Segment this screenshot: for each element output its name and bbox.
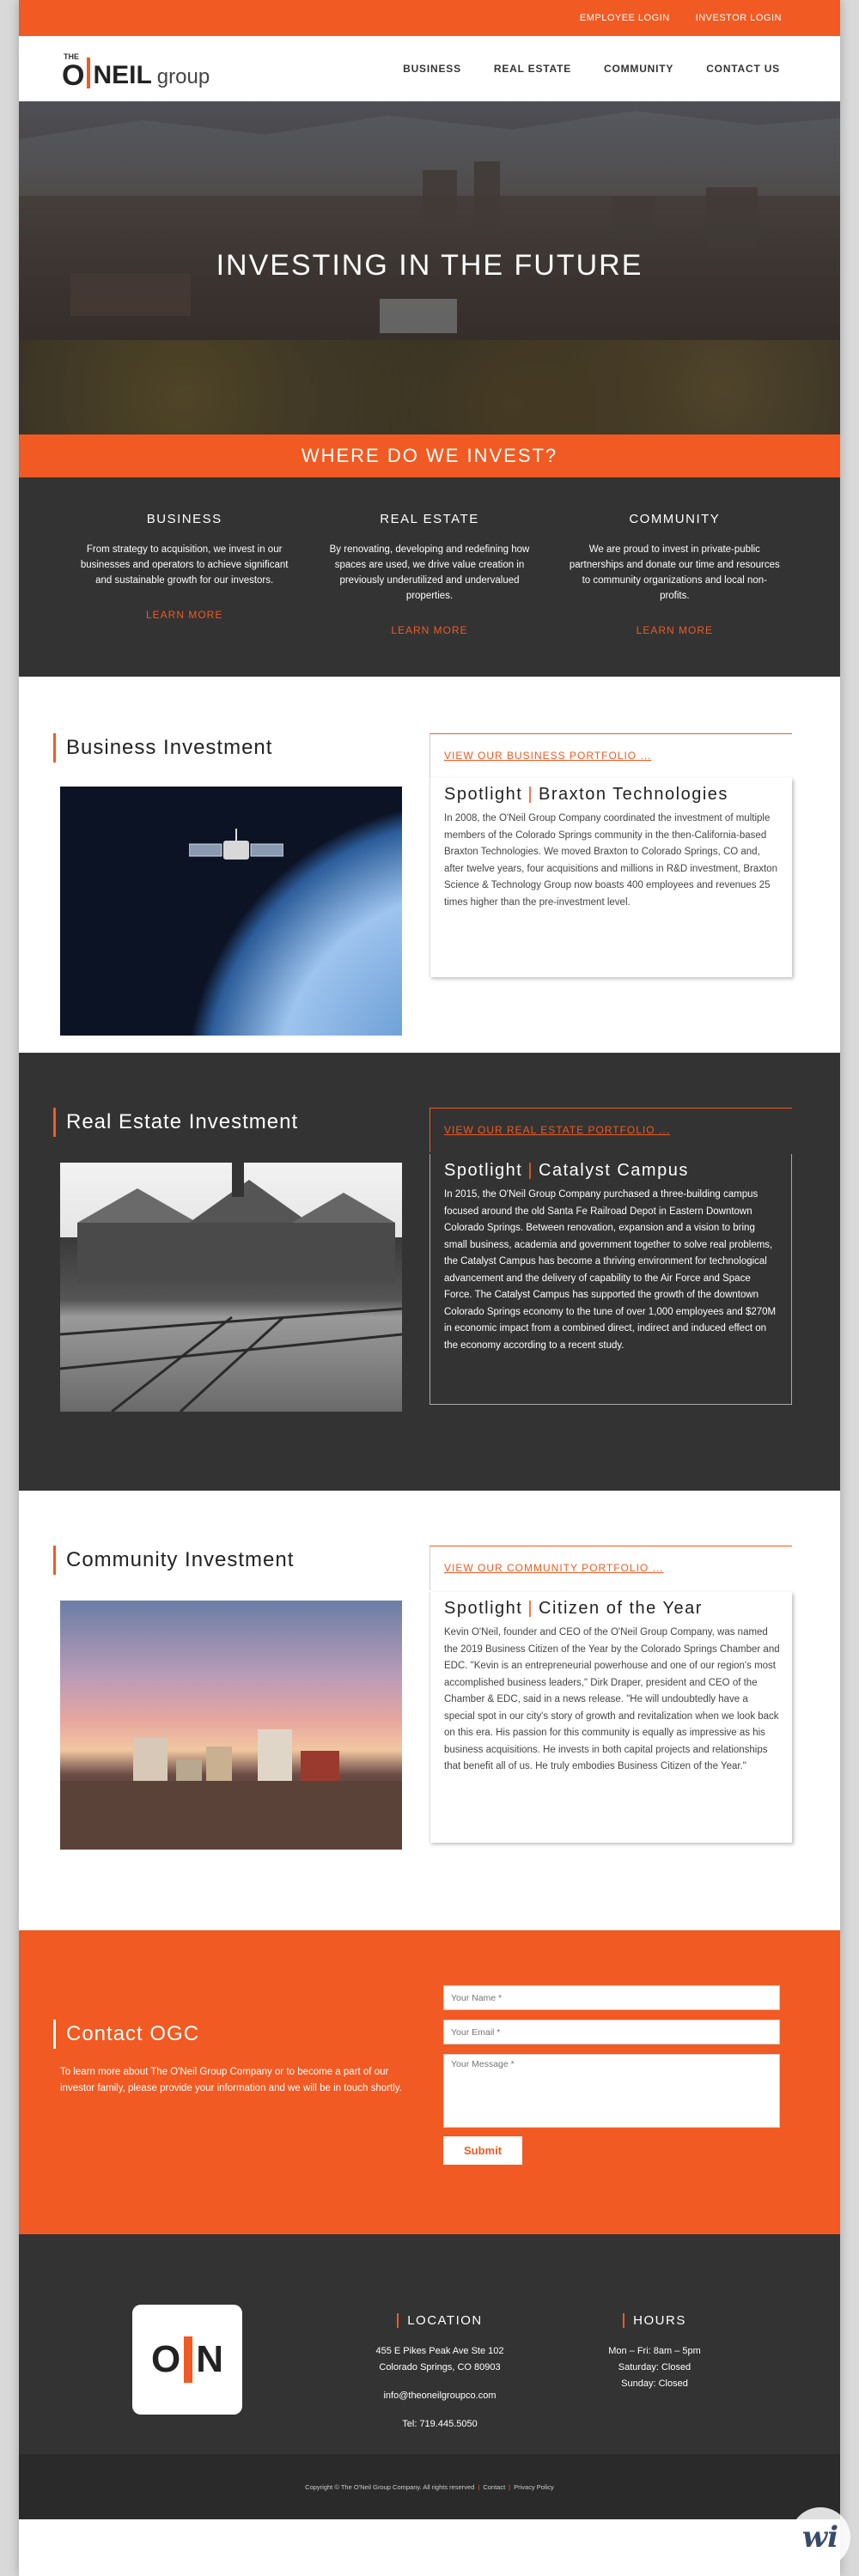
logo-group-text: group (156, 65, 210, 88)
real-estate-investment-section: Real Estate Investment VIEW OUR REAL EST… (19, 1053, 840, 1491)
hours-line-3: Sunday: Closed (621, 2379, 688, 2389)
spotlight-name: Citizen of the Year (539, 1599, 703, 1618)
real-estate-column: REAL ESTATE By renovating, developing an… (307, 512, 551, 677)
spotlight-label: Spotlight (444, 1161, 523, 1180)
learn-more-real-estate-link[interactable]: LEARN MORE (391, 624, 467, 636)
main-nav: BUSINESS REAL ESTATE COMMUNITY CONTACT U… (403, 63, 780, 75)
learn-more-business-link[interactable]: LEARN MORE (146, 609, 222, 621)
contact-intro: To learn more about The O'Neil Group Com… (60, 2067, 402, 2093)
footer-phone: Tel: 719.445.5050 (402, 2419, 478, 2429)
copyright-text: Copyright © The O'Neil Group Company. Al… (305, 2482, 475, 2491)
section-title: Community Investment (53, 1546, 294, 1575)
footer-logo[interactable]: O N (132, 2305, 242, 2415)
contact-section: Contact OGC To learn more about The O'Ne… (19, 1930, 840, 2234)
invest-columns: BUSINESS From strategy to acquisition, w… (19, 477, 840, 677)
message-field[interactable] (443, 2054, 780, 2128)
business-portfolio-link[interactable]: VIEW OUR BUSINESS PORTFOLIO ... (430, 733, 792, 778)
location-title: LOCATION (397, 2313, 483, 2328)
logo-neil-text: NEIL (93, 61, 152, 89)
city-skyline-image (60, 1601, 402, 1850)
spotlight-text: Kevin O'Neil, founder and CEO of the O'N… (444, 1627, 780, 1771)
hours-column: HOURS Mon – Fri: 8am – 5pm Saturday: Clo… (594, 2313, 715, 2392)
site-header: THE O NEIL group BUSINESS REAL ESTATE CO… (19, 36, 840, 101)
hours-line-1: Mon – Fri: 8am – 5pm (608, 2346, 701, 2356)
footer-contact-link[interactable]: Contact (483, 2483, 505, 2491)
nav-item-business[interactable]: BUSINESS (403, 63, 461, 75)
hours-title: HOURS (623, 2313, 686, 2328)
invest-band: WHERE DO WE INVEST? (19, 434, 840, 477)
community-column: COMMUNITY We are proud to invest in priv… (552, 512, 797, 677)
train-depot-image (60, 1163, 402, 1412)
spotlight-name: Catalyst Campus (539, 1161, 689, 1180)
invest-band-title: WHERE DO WE INVEST? (301, 445, 558, 466)
hours-line-2: Saturday: Closed (618, 2362, 691, 2372)
spotlight-separator: | (527, 1599, 534, 1618)
footer-logo-o: O (150, 2338, 181, 2380)
spotlight-text: In 2008, the O'Neil Group Company coordi… (444, 813, 777, 908)
satellite-icon (189, 829, 283, 860)
wi-badge-icon[interactable]: wi (790, 2507, 850, 2567)
logo-the-text: THE (64, 52, 79, 61)
skyline-illustration (60, 1729, 402, 1850)
spotlight-separator: | (527, 785, 534, 804)
copyright-bar: Copyright © The O'Neil Group Company. Al… (19, 2454, 840, 2519)
business-spotlight-card: Spotlight | Braxton Technologies In 2008, … (430, 778, 792, 977)
address-line-1: 455 E Pikes Peak Ave Ste 102 (375, 2346, 504, 2356)
spotlight-heading: Spotlight | Braxton Technologies (444, 783, 780, 805)
real-estate-portfolio-link[interactable]: VIEW OUR REAL ESTATE PORTFOLIO ... (430, 1108, 792, 1152)
footer-email-link[interactable]: info@theoneilgroupco.com (354, 2388, 526, 2404)
spotlight-label: Spotlight (444, 1599, 523, 1618)
business-column: BUSINESS From strategy to acquisition, w… (62, 512, 307, 677)
column-title: COMMUNITY (629, 512, 721, 526)
column-title: REAL ESTATE (380, 512, 479, 526)
spotlight-label: Spotlight (444, 785, 523, 804)
learn-more-community-link[interactable]: LEARN MORE (637, 624, 713, 636)
real-estate-photo (60, 1163, 402, 1412)
column-text: By renovating, developing and redefining… (329, 544, 530, 601)
nav-item-real-estate[interactable]: REAL ESTATE (494, 63, 571, 75)
employee-login-link[interactable]: EMPLOYEE LOGIN (580, 13, 670, 23)
spotlight-name: Braxton Technologies (539, 785, 728, 804)
site-footer: O N LOCATION 455 E Pikes Peak Ave Ste 10… (19, 2234, 840, 2519)
hero-title: INVESTING IN THE FUTURE (216, 249, 643, 282)
train-depot-illustration (60, 1163, 402, 1412)
location-column: LOCATION 455 E Pikes Peak Ave Ste 102 Co… (354, 2313, 526, 2433)
satellite-image (60, 787, 402, 1036)
site-logo[interactable]: THE O NEIL group (62, 47, 210, 90)
nav-item-contact-us[interactable]: CONTACT US (706, 63, 780, 75)
hero-banner: INVESTING IN THE FUTURE (19, 101, 840, 434)
name-field[interactable] (443, 1985, 780, 2010)
page-frame: EMPLOYEE LOGIN INVESTOR LOGIN THE O NEIL… (19, 0, 840, 2576)
real-estate-spotlight-card: Spotlight | Catalyst Campus In 2015, the O… (430, 1154, 792, 1405)
submit-button[interactable]: Submit (443, 2136, 522, 2165)
section-title: Real Estate Investment (53, 1108, 298, 1137)
investor-login-link[interactable]: INVESTOR LOGIN (696, 13, 782, 23)
logo-bar (87, 58, 91, 88)
community-photo (60, 1601, 402, 1850)
footer-logo-n: N (196, 2338, 223, 2380)
community-portfolio-link[interactable]: VIEW OUR COMMUNITY PORTFOLIO ... (430, 1546, 792, 1590)
business-photo (60, 787, 402, 1036)
spotlight-heading: Spotlight | Citizen of the Year (444, 1597, 780, 1619)
community-investment-section: Community Investment VIEW OUR COMMUNITY … (19, 1491, 840, 1930)
top-bar: EMPLOYEE LOGIN INVESTOR LOGIN (19, 0, 840, 36)
spotlight-heading: Spotlight | Catalyst Campus (444, 1159, 779, 1182)
privacy-policy-link[interactable]: Privacy Policy (514, 2483, 554, 2491)
nav-item-community[interactable]: COMMUNITY (604, 63, 673, 75)
email-field[interactable] (443, 2020, 780, 2044)
copyright-separator: | (509, 2482, 511, 2491)
column-text: We are proud to invest in private-public… (569, 544, 780, 601)
column-title: BUSINESS (146, 512, 222, 526)
section-title: Business Investment (53, 733, 272, 762)
business-investment-section: Business Investment VIEW OUR BUSINESS PO… (19, 677, 840, 1053)
copyright-separator: | (478, 2482, 480, 2491)
spotlight-separator: | (527, 1161, 534, 1180)
community-spotlight-card: Spotlight | Citizen of the Year Kevin O'Ne… (430, 1592, 792, 1843)
footer-logo-bar (184, 2336, 193, 2383)
spotlight-text: In 2015, the O'Neil Group Company purcha… (444, 1189, 777, 1351)
logo-o-text: O (62, 59, 85, 92)
column-text: From strategy to acquisition, we invest … (80, 544, 289, 586)
section-title: Contact OGC (53, 2020, 199, 2049)
address-line-2: Colorado Springs, CO 80903 (379, 2362, 501, 2372)
